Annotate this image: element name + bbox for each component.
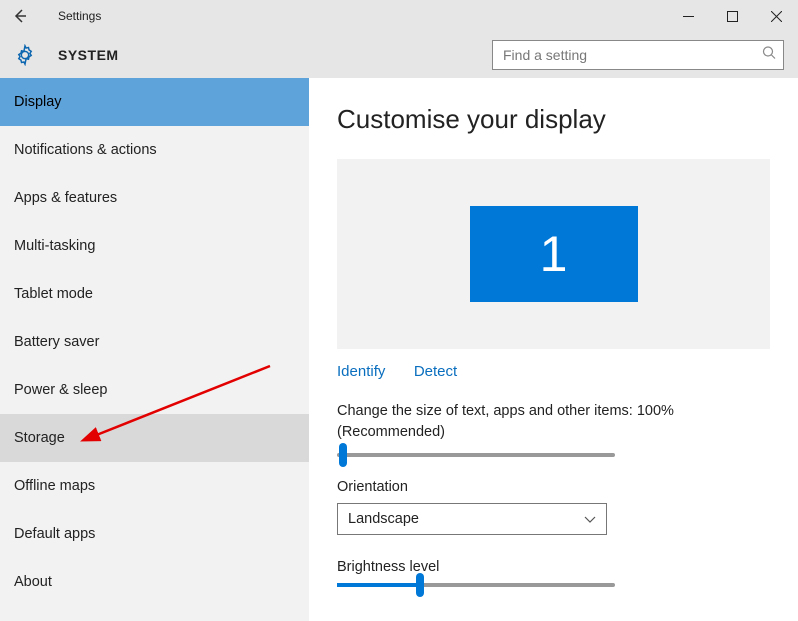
minimize-button[interactable] [666, 0, 710, 32]
sidebar-item-power-sleep[interactable]: Power & sleep [0, 366, 309, 414]
search-icon [762, 46, 776, 65]
page-title: Customise your display [337, 104, 770, 135]
search-input[interactable] [492, 40, 784, 70]
scaling-slider[interactable] [337, 453, 770, 457]
gear-icon [14, 44, 36, 66]
sidebar-item-notifications[interactable]: Notifications & actions [0, 126, 309, 174]
category-title: SYSTEM [58, 47, 119, 63]
monitor-tile[interactable]: 1 [470, 206, 638, 302]
monitor-number: 1 [540, 225, 568, 283]
sidebar-item-label: Multi-tasking [14, 238, 95, 254]
sidebar-item-label: Offline maps [14, 478, 95, 494]
sidebar-item-label: Display [14, 94, 62, 110]
content: Customise your display 1 Identify Detect… [309, 78, 798, 621]
sidebar-item-label: Apps & features [14, 190, 117, 206]
search-wrap [492, 40, 784, 70]
maximize-button[interactable] [710, 0, 754, 32]
sidebar-item-about[interactable]: About [0, 558, 309, 606]
sidebar-item-label: Tablet mode [14, 286, 93, 302]
slider-track [337, 453, 615, 457]
brightness-label: Brightness level [337, 559, 770, 575]
sidebar-item-multi-tasking[interactable]: Multi-tasking [0, 222, 309, 270]
sidebar-item-label: Storage [14, 430, 65, 446]
body: Display Notifications & actions Apps & f… [0, 78, 798, 621]
close-icon [771, 11, 782, 22]
identify-link[interactable]: Identify [337, 363, 385, 380]
sidebar-item-display[interactable]: Display [0, 78, 309, 126]
scaling-label: Change the size of text, apps and other … [337, 401, 770, 443]
titlebar: Settings [0, 0, 798, 32]
detect-link[interactable]: Detect [414, 363, 457, 380]
slider-thumb[interactable] [339, 443, 347, 467]
orientation-select[interactable]: Landscape [337, 503, 607, 535]
chevron-down-icon [584, 513, 596, 525]
orientation-label: Orientation [337, 479, 770, 495]
sidebar-item-label: About [14, 574, 52, 590]
scaling-label-line1: Change the size of text, apps and other … [337, 403, 674, 419]
window-controls [666, 0, 798, 32]
sidebar-item-default-apps[interactable]: Default apps [0, 510, 309, 558]
slider-fill [337, 583, 420, 587]
display-preview[interactable]: 1 [337, 159, 770, 349]
sidebar-item-label: Notifications & actions [14, 142, 157, 158]
brightness-slider[interactable] [337, 583, 770, 587]
sidebar-item-apps-features[interactable]: Apps & features [0, 174, 309, 222]
sidebar-item-storage[interactable]: Storage [0, 414, 309, 462]
sidebar: Display Notifications & actions Apps & f… [0, 78, 309, 621]
back-button[interactable] [0, 0, 40, 32]
window-title: Settings [58, 9, 101, 23]
minimize-icon [683, 11, 694, 22]
sidebar-item-label: Battery saver [14, 334, 99, 350]
maximize-icon [727, 11, 738, 22]
sidebar-item-offline-maps[interactable]: Offline maps [0, 462, 309, 510]
slider-track [337, 583, 615, 587]
orientation-value: Landscape [348, 511, 419, 527]
display-links: Identify Detect [337, 363, 770, 381]
back-arrow-icon [12, 8, 28, 24]
header-row: SYSTEM [0, 32, 798, 78]
scaling-label-line2: (Recommended) [337, 424, 445, 440]
sidebar-item-battery-saver[interactable]: Battery saver [0, 318, 309, 366]
slider-thumb[interactable] [416, 573, 424, 597]
close-button[interactable] [754, 0, 798, 32]
sidebar-item-label: Power & sleep [14, 382, 108, 398]
sidebar-item-tablet-mode[interactable]: Tablet mode [0, 270, 309, 318]
sidebar-item-label: Default apps [14, 526, 95, 542]
